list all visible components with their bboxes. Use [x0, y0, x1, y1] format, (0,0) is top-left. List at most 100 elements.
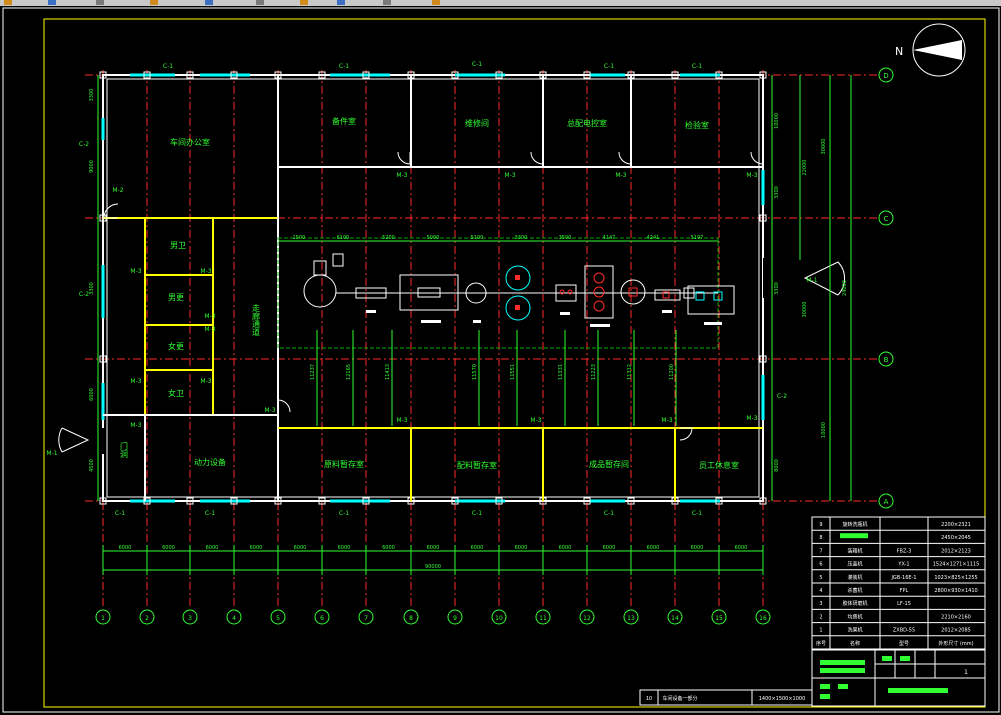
- door-spare: [397, 151, 411, 165]
- equip-row-name-6: 胶体研磨机: [842, 600, 867, 607]
- equip-tank-top: [313, 260, 327, 276]
- equip-sterilizer-ring-2: [593, 300, 605, 312]
- row-bubble-label-D: D: [883, 72, 888, 80]
- equip-packer: [687, 285, 735, 315]
- door-rest: [679, 427, 693, 441]
- room-label-corridor: 走廊通道: [252, 304, 261, 337]
- equip-row-no-3: 6: [819, 562, 822, 568]
- col-bubble-label-4: 5: [276, 615, 280, 622]
- eq-dim-1: 6100: [337, 235, 350, 241]
- col-bubble-label-12: 13: [627, 615, 635, 622]
- equip-row-size-0: 2200×2321: [941, 522, 971, 528]
- title-bar-1: [820, 660, 865, 665]
- eq-vdim-6: 11223: [591, 364, 597, 380]
- equip-capper-base: [662, 310, 672, 313]
- window-tag-c2-0: C-2: [79, 141, 89, 148]
- door-tag-17: M-3: [661, 417, 672, 424]
- room-label-raw: 原料暂存室: [324, 459, 364, 469]
- col-bubble-label-10: 11: [539, 615, 547, 622]
- door-tag-12: M-3: [504, 172, 515, 179]
- bottom-dim-14: 6000: [735, 545, 748, 551]
- equip-header-no: 序号: [816, 640, 826, 647]
- entrance-door-left: [58, 427, 90, 453]
- eq-dim-4: 5100: [471, 235, 484, 241]
- equip-row-model-8: ZXBD-55: [893, 628, 915, 634]
- right-outer-dim-0: 30000: [821, 139, 827, 155]
- window-tag-c1-5: C-1: [115, 510, 125, 517]
- equip-row-model-3: YX-1: [897, 562, 909, 568]
- room-label-change_f: 女更: [168, 341, 184, 351]
- equip-row-name-bar-1: [840, 533, 868, 539]
- col-bubble-label-0: 1: [101, 615, 105, 622]
- equip-row-no-6: 3: [819, 601, 822, 607]
- door-tag-11: M-3: [396, 172, 407, 179]
- north-label: N: [895, 45, 903, 58]
- bottom-dim-3: 6000: [250, 545, 263, 551]
- row-bubble-label-A: A: [884, 498, 889, 506]
- room-label-change_m: 男更: [168, 293, 184, 302]
- equip-row-size-1: 2450×2045: [941, 535, 971, 541]
- room-label-repair: 维修间: [465, 118, 489, 128]
- window-tag-c1-9: C-1: [604, 510, 614, 517]
- bottom-dim-10: 6000: [559, 545, 572, 551]
- equip-row-name-0: 旋转洗瓶机: [842, 521, 867, 528]
- window-tag-c1-10: C-1: [692, 510, 702, 517]
- col-bubble-label-2: 3: [188, 615, 192, 622]
- equip-tank: [303, 274, 337, 308]
- col-bubble-label-13: 14: [671, 615, 679, 622]
- bottom-dim-0: 6000: [119, 545, 132, 551]
- bottom-dim-8: 6000: [471, 545, 484, 551]
- title-bar-6: [838, 684, 848, 689]
- equip-row-name-5: 杀菌机: [847, 587, 862, 594]
- bottom-title-text: 车间设备一部分: [662, 695, 697, 702]
- window-tag-c1-6: C-1: [205, 510, 215, 517]
- cad-drawing: N 车间办公室 备件室 维修间 总配电控室 检验室男卫男更女更女卫 走廊通道动力设备 门洞原…: [2, 7, 1000, 713]
- col-bubble-label-15: 16: [759, 615, 767, 622]
- door-corridor: [277, 399, 291, 413]
- bottom-dim-11: 6000: [603, 545, 616, 551]
- title-bar-3: [882, 656, 892, 661]
- eq-dim-2: 5200: [382, 235, 395, 241]
- equip-row-size-7: 2210×2160: [941, 614, 971, 620]
- bottom-dim-5: 6000: [338, 545, 351, 551]
- window-tag-c1-2: C-1: [472, 61, 482, 68]
- door-control: [618, 151, 632, 165]
- room-label-door_label: 门洞: [120, 441, 129, 458]
- left-dim-3: 6000: [89, 388, 95, 401]
- title-bar-5: [820, 684, 830, 689]
- right-inner-dim-3: 8000: [774, 459, 780, 472]
- room-label-spare: 备件室: [332, 116, 356, 126]
- eq-dim-7: 4147: [603, 235, 616, 241]
- equip-washer-base: [421, 320, 441, 323]
- door-tag-16: M-3: [530, 417, 541, 424]
- col-bubble-label-7: 8: [409, 615, 413, 622]
- room-label-power: 动力设备: [194, 457, 226, 467]
- bottom-dim-6: 6000: [382, 545, 395, 551]
- row-bubble-label-B: B: [884, 356, 889, 364]
- equip-filler: [620, 279, 646, 305]
- door-tag-0: M-1: [46, 450, 57, 457]
- equip-row-size-3: 1524×1271×1115: [933, 562, 980, 568]
- eq-vdim-2: 11413: [385, 364, 391, 380]
- eq-dim-0: 1500: [293, 235, 306, 241]
- window-tag-c1-8: C-1: [472, 510, 482, 517]
- north-arrow: N: [895, 23, 966, 77]
- door-tag-9: M-3: [130, 422, 141, 429]
- window-tag-c1-7: C-1: [339, 510, 349, 517]
- eq-dim-6: 3500: [559, 235, 572, 241]
- col-bubble-label-3: 4: [232, 615, 236, 622]
- equip-homogenizer-dot-b: [515, 305, 520, 310]
- right-inner-dim-1: 3300: [774, 186, 780, 199]
- eq-vdim-3: 11570: [472, 364, 478, 380]
- bottom-dim-7: 6000: [427, 545, 440, 551]
- equip-sterilizer-base: [590, 324, 610, 327]
- row-bubble-label-C: C: [884, 215, 889, 223]
- window-tag-c1-3: C-1: [604, 63, 614, 70]
- door-tag-8: M-3: [200, 378, 211, 385]
- door-tag-3: M-3: [130, 268, 141, 275]
- equip-row-size-8: 2012×2085: [941, 628, 971, 634]
- equip-conveyor-base: [366, 310, 376, 313]
- bottom-dim-1: 6000: [162, 545, 175, 551]
- bottom-scale-text: 1400×1500×1000: [759, 696, 806, 702]
- right-inner-dim-2: 3300: [774, 282, 780, 295]
